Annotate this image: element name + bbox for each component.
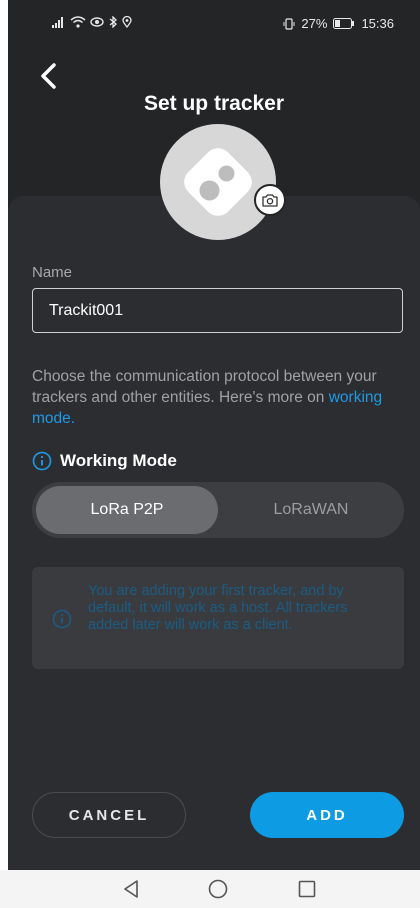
battery-icon [333, 18, 355, 29]
change-photo-button[interactable] [254, 184, 286, 216]
circle-home-icon[interactable] [207, 878, 229, 900]
triangle-back-icon[interactable] [121, 878, 143, 900]
battery-percent: 27% [301, 16, 328, 31]
mode-option-lora-p2p[interactable]: LoRa P2P [36, 486, 218, 534]
signal-icon [52, 17, 63, 28]
name-input[interactable] [32, 288, 403, 333]
host-info-text: You are adding your first tracker, and b… [88, 583, 348, 633]
back-button[interactable] [34, 60, 66, 92]
location-icon [122, 16, 132, 28]
protocol-description: Choose the communication protocol betwee… [32, 366, 402, 429]
square-recents-icon[interactable] [296, 878, 318, 900]
status-bar: 27% 15:36 [8, 0, 420, 50]
chevron-left-icon [41, 63, 56, 89]
tracker-power-icon [199, 180, 220, 201]
tracker-led-icon [218, 165, 235, 182]
wifi-icon [70, 16, 86, 28]
vibrate-icon [283, 17, 295, 30]
tracker-avatar [160, 124, 276, 240]
mode-option-lorawan[interactable]: LoRaWAN [222, 486, 400, 534]
working-mode-header: Working Mode [32, 451, 177, 471]
add-button[interactable]: ADD [250, 792, 404, 838]
host-info-box: You are adding your first tracker, and b… [32, 567, 404, 669]
page-title: Set up tracker [143, 92, 285, 115]
system-nav-bar [0, 870, 420, 908]
eye-icon [90, 17, 104, 27]
protocol-description-text: Choose the communication protocol betwee… [32, 368, 377, 406]
status-icons-left [52, 16, 132, 28]
working-mode-selector: LoRa P2P LoRaWAN [32, 482, 404, 538]
clock: 15:36 [361, 16, 394, 31]
info-circle-icon[interactable] [32, 451, 52, 471]
working-mode-title: Working Mode [60, 451, 177, 470]
status-icons-right: 27% 15:36 [283, 16, 394, 31]
app-screen: 27% 15:36 Set up tracker Name Choose t [8, 0, 420, 870]
bluetooth-icon [109, 16, 117, 28]
info-circle-icon [52, 609, 72, 629]
camera-icon [262, 194, 278, 207]
tracker-device-image [178, 142, 258, 222]
cancel-button[interactable]: CANCEL [32, 792, 186, 838]
name-label: Name [32, 264, 73, 281]
